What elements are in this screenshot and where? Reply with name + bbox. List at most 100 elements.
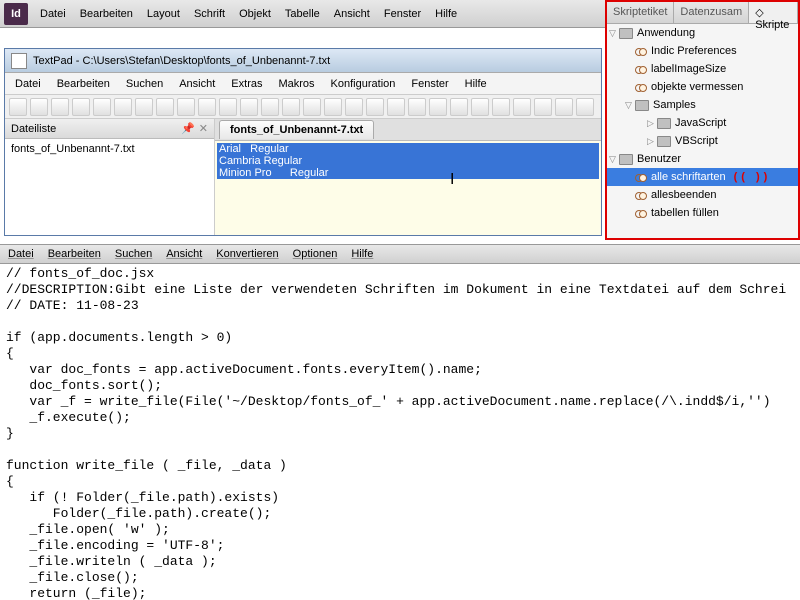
toolbar-button[interactable] — [135, 98, 153, 116]
script-item[interactable]: labelImageSize — [607, 60, 798, 78]
panel-tabs: Skriptetiket Datenzusam ◇ Skripte — [607, 2, 798, 24]
close-icon[interactable]: ✕ — [199, 122, 208, 135]
tab-skriptetiketten[interactable]: Skriptetiket — [607, 2, 674, 23]
menu-hilfe[interactable]: Hilfe — [435, 8, 457, 20]
code-menu-bearbeiten[interactable]: Bearbeiten — [48, 248, 101, 260]
menu-objekt[interactable]: Objekt — [239, 8, 271, 20]
toolbar-button[interactable] — [555, 98, 573, 116]
menu-bearbeiten[interactable]: Bearbeiten — [80, 8, 133, 20]
tp-menu-datei[interactable]: Datei — [15, 78, 41, 90]
running-indicator-icon: (( )) — [734, 171, 772, 183]
menu-datei[interactable]: Datei — [40, 8, 66, 20]
tree-item-label: Benutzer — [637, 153, 681, 165]
toolbar-button[interactable] — [282, 98, 300, 116]
folder-icon — [657, 136, 671, 147]
code-menu-suchen[interactable]: Suchen — [115, 248, 152, 260]
folder-icon — [619, 154, 633, 165]
tree-item-label: allesbeenden — [651, 189, 716, 201]
script-item[interactable]: tabellen füllen — [607, 204, 798, 222]
toolbar-button[interactable] — [198, 98, 216, 116]
tp-menu-fenster[interactable]: Fenster — [411, 78, 448, 90]
tab-skripte[interactable]: ◇ Skripte — [749, 2, 798, 23]
editor-content[interactable]: Arial Regular Cambria Regular Minion Pro… — [215, 141, 601, 235]
code-menu-datei[interactable]: Datei — [8, 248, 34, 260]
tree-item-label: JavaScript — [675, 117, 726, 129]
toolbar-button[interactable] — [9, 98, 27, 116]
arrow-icon[interactable]: ▽ — [609, 154, 619, 165]
tp-menu-hilfe[interactable]: Hilfe — [465, 78, 487, 90]
menu-fenster[interactable]: Fenster — [384, 8, 421, 20]
toolbar-button[interactable] — [408, 98, 426, 116]
code-menu-hilfe[interactable]: Hilfe — [351, 248, 373, 260]
toolbar-button[interactable] — [30, 98, 48, 116]
toolbar-button[interactable] — [450, 98, 468, 116]
arrow-icon[interactable]: ▽ — [625, 100, 635, 111]
menu-layout[interactable]: Layout — [147, 8, 180, 20]
toolbar-button[interactable] — [576, 98, 594, 116]
script-item[interactable]: Indic Preferences — [607, 42, 798, 60]
arrow-icon[interactable]: ▽ — [609, 28, 619, 39]
toolbar-button[interactable] — [492, 98, 510, 116]
toolbar-button[interactable] — [72, 98, 90, 116]
tree-item-label: Indic Preferences — [651, 45, 737, 57]
toolbar-button[interactable] — [219, 98, 237, 116]
toolbar-button[interactable] — [387, 98, 405, 116]
toolbar-button[interactable] — [345, 98, 363, 116]
script-icon — [635, 190, 647, 200]
toolbar-button[interactable] — [261, 98, 279, 116]
tp-menu-makros[interactable]: Makros — [278, 78, 314, 90]
tree-item-label: alle schriftarten — [651, 171, 726, 183]
toolbar-button[interactable] — [534, 98, 552, 116]
menu-ansicht[interactable]: Ansicht — [334, 8, 370, 20]
code-menu-konvertieren[interactable]: Konvertieren — [216, 248, 278, 260]
toolbar-button[interactable] — [156, 98, 174, 116]
editor-pane: fonts_of_Unbenannt-7.txt Arial Regular C… — [215, 119, 601, 235]
tab-datenzusammen[interactable]: Datenzusam — [674, 2, 749, 23]
textpad-toolbar — [5, 95, 601, 119]
toolbar-button[interactable] — [177, 98, 195, 116]
toolbar-button[interactable] — [93, 98, 111, 116]
menu-tabelle[interactable]: Tabelle — [285, 8, 320, 20]
menu-schrift[interactable]: Schrift — [194, 8, 225, 20]
toolbar-button[interactable] — [240, 98, 258, 116]
code-menu-ansicht[interactable]: Ansicht — [166, 248, 202, 260]
toolbar-button[interactable] — [366, 98, 384, 116]
pin-icon[interactable]: 📌 — [181, 122, 195, 135]
folder-item[interactable]: ▷VBScript — [607, 132, 798, 150]
editor-tabs: fonts_of_Unbenannt-7.txt — [215, 119, 601, 141]
file-list-item[interactable]: fonts_of_Unbenannt-7.txt — [5, 139, 214, 159]
toolbar-button[interactable] — [303, 98, 321, 116]
tp-menu-suchen[interactable]: Suchen — [126, 78, 163, 90]
textpad-window: TextPad - C:\Users\Stefan\Desktop\fonts_… — [4, 48, 602, 236]
arrow-icon[interactable]: ▷ — [647, 136, 657, 147]
code-menu-optionen[interactable]: Optionen — [293, 248, 338, 260]
script-icon — [635, 46, 647, 56]
folder-item[interactable]: ▷ JavaScript — [607, 114, 798, 132]
tp-menu-konfiguration[interactable]: Konfiguration — [331, 78, 396, 90]
textpad-title: TextPad - C:\Users\Stefan\Desktop\fonts_… — [33, 55, 330, 67]
tp-menu-bearbeiten[interactable]: Bearbeiten — [57, 78, 110, 90]
toolbar-button[interactable] — [471, 98, 489, 116]
editor-tab[interactable]: fonts_of_Unbenannt-7.txt — [219, 120, 374, 139]
tree-item-label: Samples — [653, 99, 696, 111]
script-item[interactable]: objekte vermessen — [607, 78, 798, 96]
script-item[interactable]: alle schriftarten (( )) — [607, 168, 798, 186]
scripts-tree: ▽AnwendungIndic PreferenceslabelImageSiz… — [607, 24, 798, 238]
code-menu: Datei Bearbeiten Suchen Ansicht Konverti… — [0, 244, 800, 264]
toolbar-button[interactable] — [324, 98, 342, 116]
folder-item[interactable]: ▽ Samples — [607, 96, 798, 114]
script-icon — [635, 172, 647, 182]
tp-menu-ansicht[interactable]: Ansicht — [179, 78, 215, 90]
code-editor[interactable]: // fonts_of_doc.jsx //DESCRIPTION:Gibt e… — [0, 264, 800, 600]
tree-item-label: objekte vermessen — [651, 81, 743, 93]
script-item[interactable]: allesbeenden — [607, 186, 798, 204]
folder-icon — [657, 118, 671, 129]
folder-item[interactable]: ▽ Benutzer — [607, 150, 798, 168]
arrow-icon[interactable]: ▷ — [647, 118, 657, 129]
toolbar-button[interactable] — [513, 98, 531, 116]
tp-menu-extras[interactable]: Extras — [231, 78, 262, 90]
textpad-menu: Datei Bearbeiten Suchen Ansicht Extras M… — [5, 73, 601, 95]
toolbar-button[interactable] — [51, 98, 69, 116]
toolbar-button[interactable] — [429, 98, 447, 116]
toolbar-button[interactable] — [114, 98, 132, 116]
